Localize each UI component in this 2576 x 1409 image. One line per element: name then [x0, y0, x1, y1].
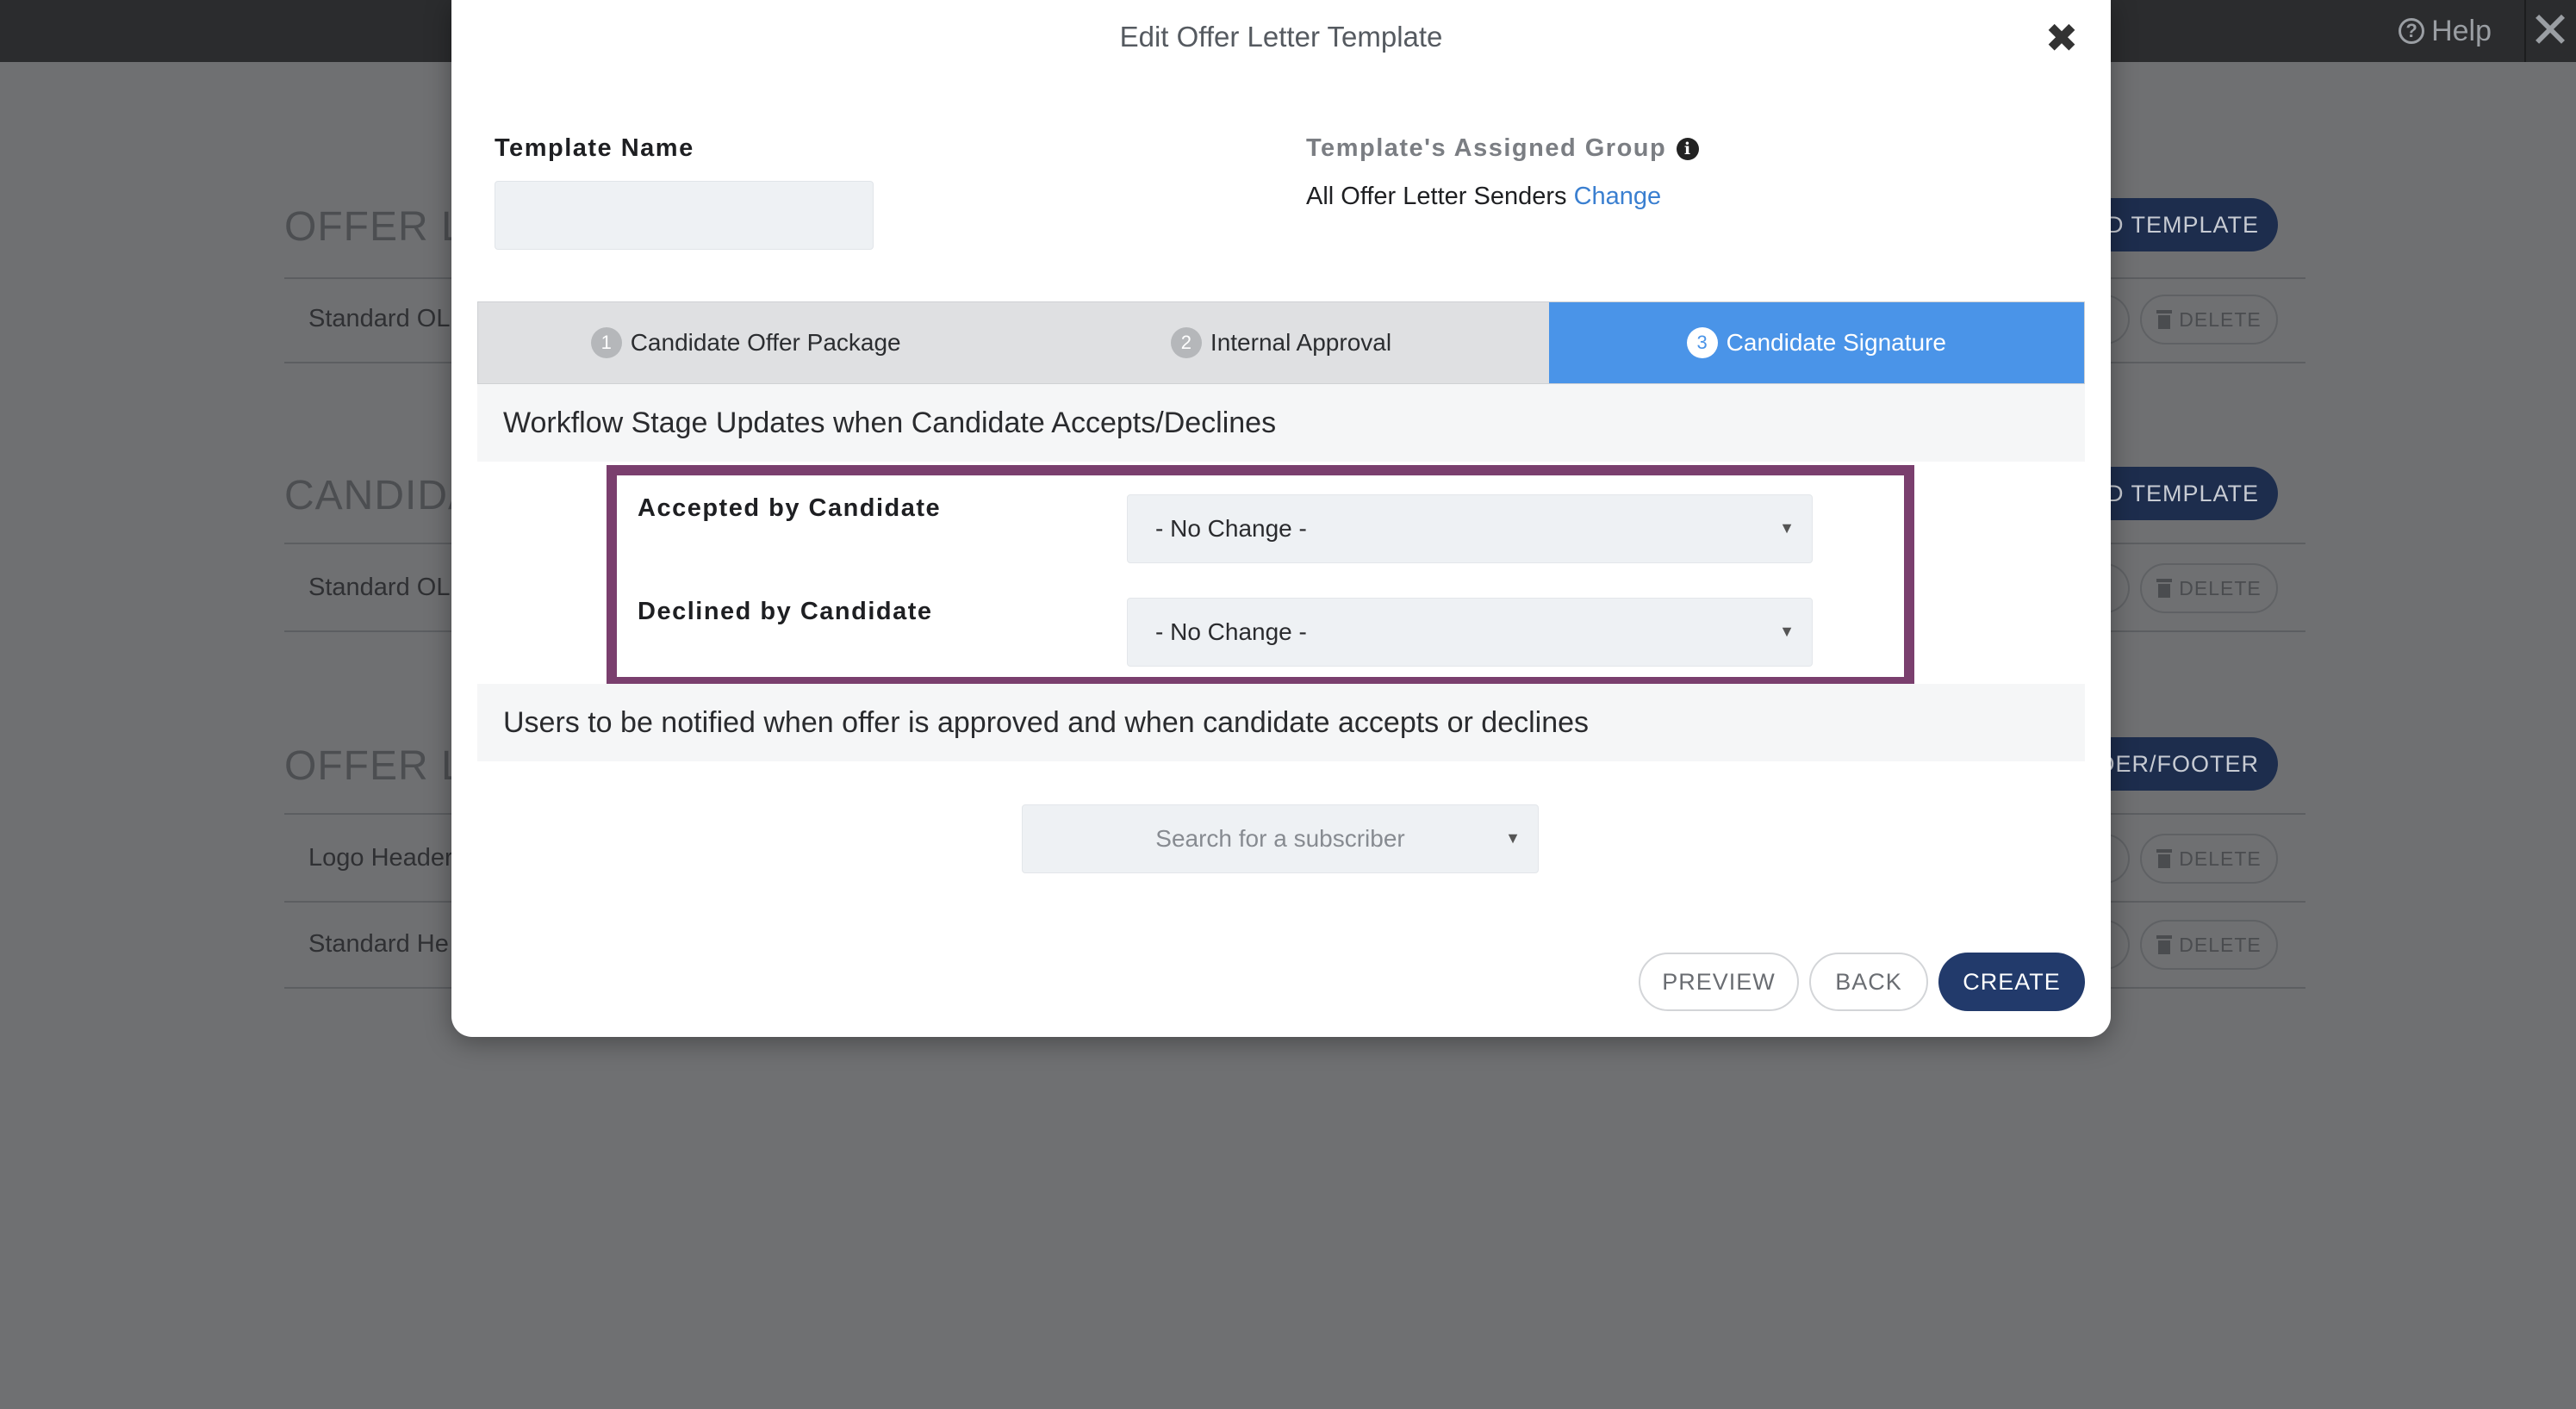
chevron-down-icon: ▼	[1779, 623, 1795, 640]
accepted-stage-select[interactable]: - No Change - ▼	[1127, 494, 1813, 563]
change-group-link[interactable]: Change	[1574, 183, 1662, 210]
top-bar-divider	[2524, 0, 2526, 62]
delete-label: DELETE	[2179, 847, 2262, 870]
accepted-stage-value: - No Change -	[1155, 515, 1307, 542]
preview-button[interactable]: PREVIEW	[1639, 953, 1799, 1011]
list-item: Standard OL	[308, 574, 451, 601]
assigned-group: All Offer Letter Senders Change	[1306, 183, 1661, 211]
declined-label: Declined by Candidate	[638, 598, 933, 625]
assigned-group-label-text: Template's Assigned Group	[1306, 134, 1667, 162]
tab-candidate-offer-package[interactable]: 1 Candidate Offer Package	[478, 302, 1013, 383]
help-button[interactable]: ? Help	[2399, 7, 2492, 55]
assigned-group-label: Template's Assigned Group i	[1306, 134, 1700, 163]
delete-button[interactable]: DELETE	[2140, 563, 2278, 613]
trash-icon	[2156, 579, 2173, 598]
question-circle-icon: ?	[2399, 18, 2425, 44]
create-button[interactable]: CREATE	[1938, 953, 2085, 1011]
trash-icon	[2156, 849, 2173, 868]
tab-label: Candidate Offer Package	[630, 329, 901, 356]
template-name-input[interactable]	[495, 181, 874, 250]
list-item: Standard He	[308, 930, 449, 958]
step-number: 3	[1686, 327, 1718, 358]
delete-label: DELETE	[2179, 933, 2262, 956]
step-number: 2	[1170, 327, 1202, 358]
info-icon[interactable]: i	[1677, 138, 1700, 160]
tab-internal-approval[interactable]: 2 Internal Approval	[1013, 302, 1548, 383]
template-name-label: Template Name	[495, 134, 694, 162]
list-item: Standard OL	[308, 305, 451, 332]
workflow-section-heading: Workflow Stage Updates when Candidate Ac…	[477, 384, 2085, 462]
chevron-down-icon: ▼	[1779, 519, 1795, 537]
tab-candidate-signature[interactable]: 3 Candidate Signature	[1548, 302, 2084, 383]
help-label: Help	[2431, 14, 2492, 47]
subscriber-search-select[interactable]: Search for a subscriber ▼	[1022, 804, 1539, 873]
step-tabs: 1 Candidate Offer Package 2 Internal App…	[477, 301, 2085, 384]
subscriber-placeholder: Search for a subscriber	[1155, 825, 1405, 852]
delete-button[interactable]: DELETE	[2140, 834, 2278, 884]
section-title: CANDIDA	[284, 473, 477, 518]
edit-template-modal: Edit Offer Letter Template ✖ Template Na…	[451, 0, 2111, 1037]
modal-close-icon[interactable]: ✖	[2040, 14, 2083, 62]
modal-title: Edit Offer Letter Template	[1119, 21, 1443, 53]
delete-label: DELETE	[2179, 576, 2262, 599]
back-button[interactable]: BACK	[1809, 953, 1928, 1011]
notify-section-heading: Users to be notified when offer is appro…	[477, 684, 2085, 761]
delete-button[interactable]: DELETE	[2140, 920, 2278, 970]
delete-label: DELETE	[2179, 307, 2262, 331]
trash-icon	[2156, 310, 2173, 329]
tab-label: Internal Approval	[1210, 329, 1392, 356]
declined-stage-value: - No Change -	[1155, 618, 1307, 645]
accepted-label: Accepted by Candidate	[638, 494, 942, 522]
declined-stage-select[interactable]: - No Change - ▼	[1127, 598, 1813, 667]
assigned-group-value: All Offer Letter Senders	[1306, 183, 1567, 210]
tab-label: Candidate Signature	[1726, 329, 1946, 356]
chevron-down-icon: ▼	[1505, 829, 1521, 847]
close-icon[interactable]: ✕	[2528, 5, 2573, 57]
step-number: 1	[590, 327, 622, 358]
list-item: Logo Header	[308, 844, 453, 872]
trash-icon	[2156, 935, 2173, 954]
delete-button[interactable]: DELETE	[2140, 295, 2278, 344]
